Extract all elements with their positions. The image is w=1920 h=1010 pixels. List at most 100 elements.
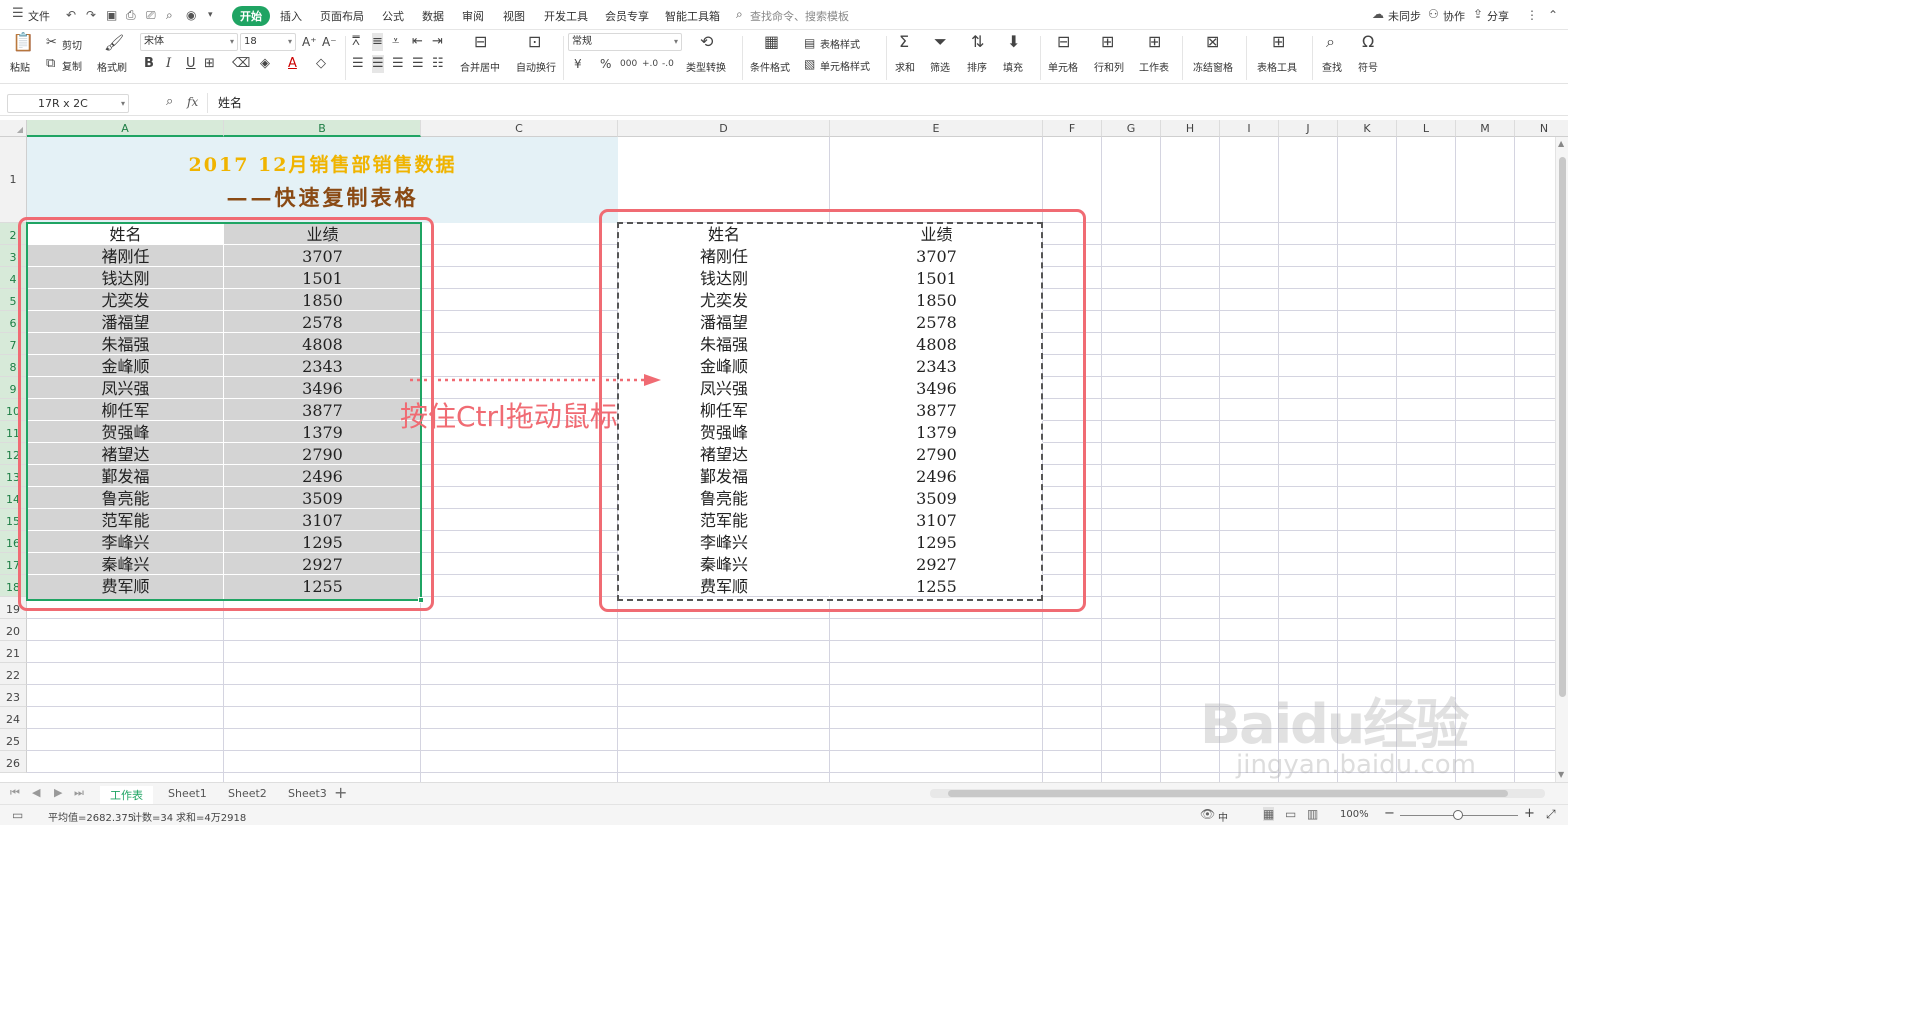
paste-icon[interactable]: 📋: [12, 34, 34, 52]
column-header-f[interactable]: F: [1043, 120, 1102, 137]
sheet-tab-sheet1[interactable]: Sheet1: [158, 786, 217, 801]
row-header-26[interactable]: 26: [0, 751, 27, 773]
align-left-icon[interactable]: ☰: [352, 55, 364, 73]
align-top-icon[interactable]: ⩞: [352, 33, 360, 51]
bold-icon[interactable]: B: [144, 55, 154, 73]
add-sheet-icon[interactable]: +: [334, 783, 347, 802]
row-header-20[interactable]: 20: [0, 619, 27, 641]
tab-insert[interactable]: 插入: [280, 8, 302, 24]
print-icon[interactable]: ⎚: [146, 8, 156, 23]
font-size-select[interactable]: 18 ▾: [240, 33, 296, 51]
worksheet-button[interactable]: 工作表: [1139, 59, 1169, 74]
wrap-text-button[interactable]: 自动换行: [516, 59, 556, 74]
zoom-slider-handle[interactable]: [1453, 810, 1463, 820]
sort-button[interactable]: 排序: [967, 59, 987, 74]
tab-formula[interactable]: 公式: [382, 8, 404, 24]
freeze-panes-button[interactable]: 冻结窗格: [1193, 59, 1233, 74]
align-bottom-icon[interactable]: ⩡: [392, 33, 399, 51]
scroll-up-icon[interactable]: ▲: [1558, 139, 1564, 148]
prev-sheet-icon[interactable]: ◀: [32, 786, 40, 799]
format-painter-button[interactable]: 格式刷: [97, 59, 127, 74]
paste-button[interactable]: 粘贴: [10, 59, 30, 74]
select-all-corner[interactable]: ◢: [0, 120, 27, 137]
filter-button[interactable]: 筛选: [930, 59, 950, 74]
distributed-icon[interactable]: ☷: [432, 55, 444, 73]
column-header-a[interactable]: A: [27, 120, 224, 137]
erase-style-icon[interactable]: ⌫: [232, 55, 250, 73]
column-header-n[interactable]: N: [1515, 120, 1568, 137]
merge-center-button[interactable]: 合并居中: [460, 59, 500, 74]
tab-home[interactable]: 开始: [232, 6, 270, 26]
column-header-k[interactable]: K: [1338, 120, 1397, 137]
justify-icon[interactable]: ☰: [412, 55, 424, 73]
save-icon[interactable]: ▣: [106, 8, 117, 22]
export-icon[interactable]: ⎙: [126, 8, 136, 23]
zoom-formula-icon[interactable]: ⌕: [166, 94, 173, 109]
tab-page-layout[interactable]: 页面布局: [320, 8, 364, 24]
currency-icon[interactable]: ¥: [574, 55, 582, 73]
input-method[interactable]: 中: [1218, 809, 1228, 824]
column-header-c[interactable]: C: [421, 120, 618, 137]
tab-smart-tools[interactable]: 智能工具箱: [665, 8, 720, 24]
tab-data[interactable]: 数据: [422, 8, 444, 24]
scroll-down-icon[interactable]: ▼: [1558, 770, 1564, 779]
horizontal-scroll-thumb[interactable]: [948, 790, 1508, 797]
row-header-1[interactable]: 1: [0, 137, 27, 223]
column-header-e[interactable]: E: [830, 120, 1043, 137]
row-header-25[interactable]: 25: [0, 729, 27, 751]
zoom-out-icon[interactable]: −: [1384, 806, 1395, 821]
copy-button[interactable]: 复制: [62, 58, 82, 73]
column-header-j[interactable]: J: [1279, 120, 1338, 137]
conditional-format-button[interactable]: 条件格式: [750, 59, 790, 74]
page-break-view-icon[interactable]: ▥: [1307, 807, 1318, 821]
normal-view-icon[interactable]: ▦: [1263, 807, 1275, 821]
font-name-select[interactable]: 宋体 ▾: [140, 33, 238, 51]
column-header-h[interactable]: H: [1161, 120, 1220, 137]
zoom-in-icon[interactable]: +: [1524, 806, 1535, 821]
fill-color-icon[interactable]: ◈: [260, 55, 270, 73]
align-center-icon[interactable]: ☰: [372, 55, 384, 73]
increase-decimal-icon[interactable]: +.0: [642, 55, 658, 73]
number-format-select[interactable]: 常规 ▾: [568, 33, 682, 51]
menu-file[interactable]: 文件: [28, 8, 50, 24]
indent-increase-icon[interactable]: ⇥: [432, 33, 443, 51]
horizontal-scrollbar[interactable]: [930, 789, 1545, 798]
row-header-22[interactable]: 22: [0, 663, 27, 685]
macro-icon[interactable]: ▭: [12, 808, 23, 822]
border-icon[interactable]: ⊞: [204, 55, 215, 73]
column-header-d[interactable]: D: [618, 120, 830, 137]
underline-icon[interactable]: U: [186, 55, 196, 73]
redo-icon[interactable]: ↷: [86, 8, 96, 22]
undo-icon[interactable]: ↶: [66, 8, 76, 22]
last-sheet-icon[interactable]: ⏭: [74, 786, 84, 800]
column-header-i[interactable]: I: [1220, 120, 1279, 137]
font-color-icon[interactable]: A: [288, 55, 297, 73]
more-icon[interactable]: ⋮: [1526, 8, 1538, 22]
align-middle-icon[interactable]: ≡: [372, 33, 383, 51]
column-header-g[interactable]: G: [1102, 120, 1161, 137]
first-sheet-icon[interactable]: ⏮: [10, 786, 20, 800]
indent-decrease-icon[interactable]: ⇤: [412, 33, 423, 51]
cell-button[interactable]: 单元格: [1048, 59, 1078, 74]
vertical-scrollbar[interactable]: ▲ ▼: [1555, 137, 1568, 782]
row-header-23[interactable]: 23: [0, 685, 27, 707]
cell-style-button[interactable]: 单元格样式: [820, 58, 870, 73]
sync-status[interactable]: 未同步: [1388, 8, 1421, 24]
tab-view[interactable]: 视图: [503, 8, 525, 24]
eye-icon[interactable]: 👁: [1200, 807, 1215, 821]
preview-icon[interactable]: ⌕: [166, 8, 173, 23]
sheet-tab-sheet3[interactable]: Sheet3: [278, 786, 337, 801]
name-box[interactable]: 17R x 2C ▾: [7, 94, 129, 113]
tab-member[interactable]: 会员专享: [605, 8, 649, 24]
thousands-icon[interactable]: 000: [620, 55, 637, 73]
table-tools-button[interactable]: 表格工具: [1257, 59, 1297, 74]
customize-icon[interactable]: ▾: [208, 10, 213, 20]
clear-icon[interactable]: ◇: [316, 55, 326, 73]
row-header-24[interactable]: 24: [0, 707, 27, 729]
fullscreen-icon[interactable]: ⤢: [1546, 807, 1556, 822]
symbol-button[interactable]: 符号: [1358, 59, 1378, 74]
collaborate-button[interactable]: 协作: [1443, 8, 1465, 24]
cut-button[interactable]: 剪切: [62, 37, 82, 52]
decrease-decimal-icon[interactable]: -.0: [662, 55, 674, 73]
sum-button[interactable]: 求和: [895, 59, 915, 74]
